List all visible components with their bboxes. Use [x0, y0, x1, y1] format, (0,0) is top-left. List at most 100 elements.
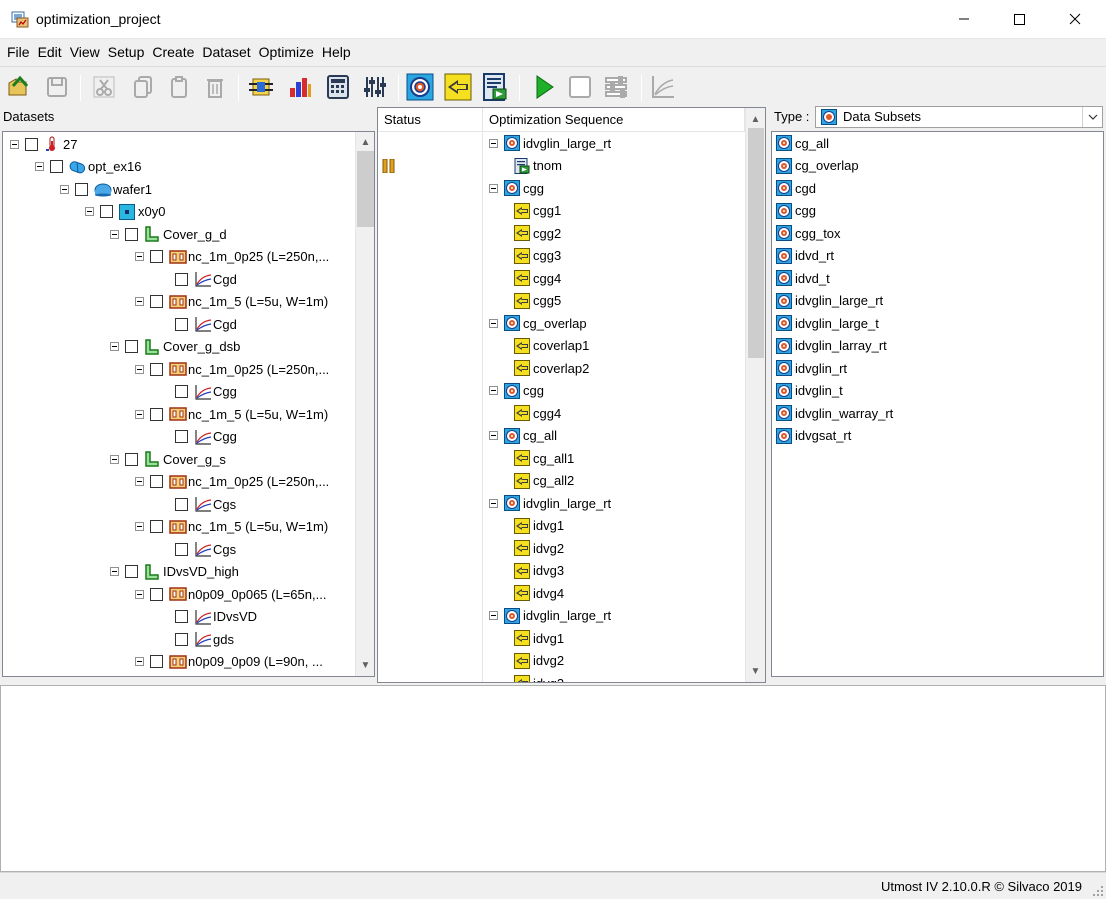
- copy-button[interactable]: [129, 73, 157, 101]
- dataset-flow-button[interactable]: [247, 73, 275, 101]
- dataset-tree-item[interactable]: nc_1m_0p25 (L=250n,...: [135, 358, 329, 380]
- sequence-tree-item[interactable]: cgg2: [514, 222, 561, 244]
- sequence-tree-item[interactable]: idvg1: [514, 515, 564, 537]
- collapse-icon[interactable]: [135, 522, 144, 531]
- save-button[interactable]: [43, 73, 71, 101]
- tree-checkbox[interactable]: [150, 475, 163, 488]
- maximize-button[interactable]: [996, 0, 1042, 38]
- sequence-scrollbar[interactable]: ▲ ▼: [745, 108, 765, 682]
- datasets-tree[interactable]: 27 opt_ex16 wafer1 x0y0 Cover_g_d nc_1m_0p25 …: [2, 131, 375, 677]
- tree-checkbox[interactable]: [175, 272, 188, 286]
- tree-checkbox[interactable]: [150, 587, 163, 601]
- status-column-header[interactable]: Status: [378, 108, 483, 132]
- collapse-icon[interactable]: [135, 657, 144, 666]
- subset-list-item[interactable]: idvglin_warray_rt: [776, 402, 893, 424]
- tree-checkbox[interactable]: [125, 452, 138, 466]
- bar-chart-button[interactable]: [286, 73, 314, 101]
- sequence-tree-item[interactable]: idvglin_large_rt: [489, 132, 611, 154]
- collapse-icon[interactable]: [60, 184, 69, 194]
- subset-list-item[interactable]: cg_overlap: [776, 155, 859, 177]
- scroll-up-icon[interactable]: ▲: [357, 134, 374, 151]
- collapse-icon[interactable]: [110, 229, 119, 239]
- sequence-tree-item[interactable]: idvglin_large_rt: [489, 492, 611, 514]
- subset-list-item[interactable]: idvglin_large_rt: [776, 290, 883, 312]
- output-panel[interactable]: [0, 685, 1106, 872]
- menu-view[interactable]: View: [70, 44, 100, 60]
- type-select[interactable]: Data Subsets: [815, 106, 1103, 128]
- sequence-tree-item[interactable]: cgg4: [514, 267, 561, 289]
- collapse-icon[interactable]: [110, 342, 119, 351]
- datasets-scrollbar[interactable]: ▲ ▼: [355, 132, 374, 676]
- menu-help[interactable]: Help: [322, 44, 351, 60]
- sequence-tree-item[interactable]: cg_all: [489, 425, 557, 447]
- collapse-icon[interactable]: [489, 138, 498, 148]
- sequence-tree-item[interactable]: cgg: [489, 380, 544, 402]
- dataset-tree-item[interactable]: IDvsVD_high: [110, 561, 239, 583]
- sequence-tree[interactable]: Status Optimization Sequence idvglin_lar…: [377, 107, 766, 683]
- sequence-tree-item[interactable]: cgg: [489, 177, 544, 199]
- tree-checkbox[interactable]: [175, 385, 188, 398]
- sequence-tree-item[interactable]: cgg4: [514, 402, 561, 424]
- dataset-tree-item[interactable]: Cgd: [160, 313, 237, 335]
- tree-checkbox[interactable]: [150, 250, 163, 263]
- sequence-tree-item[interactable]: idvg3: [514, 672, 564, 682]
- plot-button[interactable]: [649, 73, 677, 101]
- collapse-icon[interactable]: [110, 454, 119, 464]
- yellow-target-button[interactable]: [444, 73, 472, 101]
- scroll-down-icon[interactable]: ▼: [747, 663, 764, 680]
- sequence-tree-item[interactable]: idvg2: [514, 537, 564, 559]
- calculator-button[interactable]: [324, 73, 352, 101]
- dataset-tree-item[interactable]: Cover_g_d: [110, 223, 227, 245]
- dataset-tree-item[interactable]: nc_1m_0p25 (L=250n,...: [135, 471, 329, 493]
- tree-checkbox[interactable]: [175, 542, 188, 556]
- dataset-tree-item[interactable]: Cover_g_dsb: [110, 336, 240, 358]
- dataset-tree-item[interactable]: opt_ex16: [35, 156, 142, 178]
- subset-list-item[interactable]: idvglin_larray_rt: [776, 335, 887, 357]
- sequence-tree-item[interactable]: idvg3: [514, 560, 564, 582]
- sequence-tree-item[interactable]: idvg1: [514, 627, 564, 649]
- collapse-icon[interactable]: [85, 207, 94, 216]
- dataset-tree-item[interactable]: nc_1m_5 (L=5u, W=1m): [135, 516, 328, 538]
- data-subsets-list[interactable]: cg_all cg_overlap cgd cgg cgg_tox idvd_rt idvd…: [771, 131, 1104, 677]
- dataset-tree-item[interactable]: Cgg: [160, 381, 237, 403]
- tree-checkbox[interactable]: [125, 227, 138, 241]
- subset-list-item[interactable]: idvd_rt: [776, 245, 834, 267]
- sequence-tree-item[interactable]: cgg5: [514, 290, 561, 312]
- collapse-icon[interactable]: [135, 589, 144, 599]
- resize-grip-icon[interactable]: [1092, 885, 1104, 897]
- dataset-tree-item[interactable]: Cgs: [160, 493, 236, 515]
- stop-button[interactable]: [566, 73, 594, 101]
- subset-list-item[interactable]: idvgsat_rt: [776, 425, 851, 447]
- sequence-tree-item[interactable]: cg_overlap: [489, 312, 587, 334]
- sequence-tree-item[interactable]: coverlap2: [514, 357, 589, 379]
- sequence-tree-item[interactable]: cg_all1: [514, 447, 574, 469]
- dataset-tree-item[interactable]: x0y0: [85, 201, 165, 223]
- dataset-tree-item[interactable]: nc_1m_0p25 (L=250n,...: [135, 246, 329, 268]
- settings-button[interactable]: [603, 73, 631, 101]
- minimize-button[interactable]: [941, 0, 987, 38]
- subset-list-item[interactable]: idvd_t: [776, 267, 830, 289]
- tree-checkbox[interactable]: [175, 632, 188, 646]
- collapse-icon[interactable]: [489, 386, 498, 395]
- collapse-icon[interactable]: [489, 611, 498, 620]
- dataset-tree-item[interactable]: n0p09_0p09 (L=90n, ...: [135, 651, 323, 673]
- collapse-icon[interactable]: [135, 297, 144, 306]
- menu-optimize[interactable]: Optimize: [259, 44, 314, 60]
- menu-edit[interactable]: Edit: [38, 44, 62, 60]
- subset-list-item[interactable]: idvglin_rt: [776, 357, 847, 379]
- collapse-icon[interactable]: [489, 318, 498, 328]
- scroll-up-icon[interactable]: ▲: [747, 111, 764, 128]
- collapse-icon[interactable]: [489, 498, 498, 508]
- dataset-tree-item[interactable]: Cgg: [160, 426, 237, 448]
- paste-button[interactable]: [165, 73, 193, 101]
- dataset-tree-item[interactable]: n0p09_0p065 (L=65n,...: [135, 583, 326, 605]
- sequence-tree-item[interactable]: idvg4: [514, 582, 564, 604]
- scroll-down-icon[interactable]: ▼: [357, 657, 374, 674]
- tree-checkbox[interactable]: [150, 407, 163, 421]
- scroll-thumb[interactable]: [357, 151, 374, 227]
- menu-setup[interactable]: Setup: [108, 44, 145, 60]
- collapse-icon[interactable]: [135, 409, 144, 419]
- sequence-tree-item[interactable]: idvg2: [514, 650, 564, 672]
- sequence-column-header[interactable]: Optimization Sequence: [483, 108, 745, 132]
- target-button[interactable]: [406, 73, 434, 101]
